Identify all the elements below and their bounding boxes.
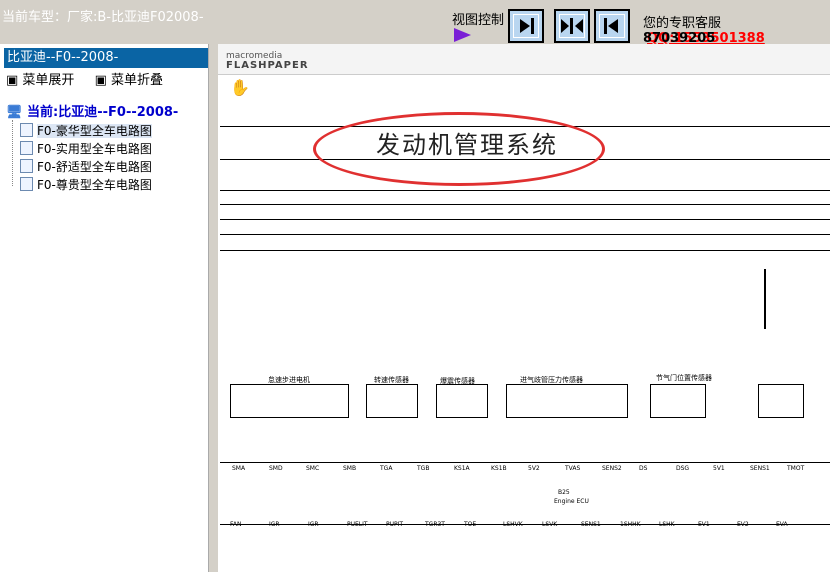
menu-ops: ▣ 菜单展开 ▣ 菜单折叠 [6,69,179,88]
logo-bottom: FLASHPAPER [226,60,309,71]
component-box [230,384,349,418]
tree-root-label: 当前:比亚迪--F0--2008- [27,105,179,120]
pin-label: TGB [417,465,430,472]
menu-collapse-label: 菜单折叠 [111,73,164,88]
pin-label: LSVK [542,521,558,528]
pin-label: TMOT [787,465,805,472]
menu-expand-button[interactable]: ▣ 菜单展开 [6,73,82,88]
tree-root[interactable]: 🖥 当前:比亚迪--F0--2008- [6,101,178,120]
pin-label: LSHVK [503,521,523,528]
sidebar: 比亚迪--F0--2008- ▣ 菜单展开 ▣ 菜单折叠 🖥 当前:比亚迪--F… [0,44,218,572]
pin-label: SMD [269,465,283,472]
tree-item[interactable]: F0-舒适型全车电路图 [20,158,152,175]
pin-label: PUPIT [386,521,404,528]
menu-collapse-button[interactable]: ▣ 菜单折叠 [95,73,171,88]
pin-label: SENS1 [581,521,601,528]
rule-line [220,219,830,220]
hand-tool-icon[interactable]: ✋ [230,78,250,97]
component-box [366,384,418,418]
pin-label: FAN [230,521,242,528]
pin-label: DSG [676,465,690,472]
arrow-left-bar-icon [604,18,618,34]
pin-label: TOE [464,521,477,528]
pin-label: KS1A [454,465,470,472]
arrow-right-bar-icon [520,18,534,34]
tree-item-label: F0-豪华型全车电路图 [37,124,152,138]
rule-line [220,250,830,251]
view-fit-button[interactable] [554,9,590,43]
flashpaper-toolbar: macromedia FLASHPAPER [218,44,830,75]
menu-expand-label: 菜单展开 [22,73,75,88]
document-title: 发动机管理系统 [376,131,558,159]
document-viewer[interactable]: macromedia FLASHPAPER ✋ 发动机管理系统 怠速步进电机 转… [218,44,830,572]
pin-label: IGR [269,521,280,528]
pin-label: 1SHHK [620,521,641,528]
pin-label: 5V2 [528,465,540,472]
car-model-label: 当前车型：厂家:B-比亚迪F02008- [2,10,204,25]
view-control-label: 视图控制 [452,13,505,28]
document-icon [20,123,33,137]
ecu-sub-label: Engine ECU [554,498,589,505]
tree-item-label: F0-实用型全车电路图 [37,142,152,156]
ecu-bus-line [220,462,830,463]
rule-line [220,204,830,205]
view-left-button[interactable] [594,9,630,43]
pin-label: EV2 [737,521,749,528]
pin-label: EVA [776,521,788,528]
pin-label: SENS2 [602,465,622,472]
component-box [650,384,706,418]
pin-label: PUELIT [347,521,368,528]
tree-item[interactable]: F0-实用型全车电路图 [20,140,152,157]
pin-label: TGR3T [425,521,445,528]
pin-label: DS [639,465,648,472]
arrows-inward-icon [561,18,583,34]
pin-label: TGA [380,465,393,472]
document-icon [20,177,33,191]
ecu-label: B25 [558,489,570,496]
vertical-wire [764,269,766,329]
tree-line [12,120,14,186]
pin-label: SMB [343,465,357,472]
play-icon[interactable] [454,28,471,42]
view-right-button[interactable] [508,9,544,43]
tree-item-label: F0-舒适型全车电路图 [37,160,152,174]
sidebar-title: 比亚迪--F0--2008- [4,48,216,68]
computer-icon: 🖥 [6,105,23,120]
pin-label: IGR [308,521,319,528]
document-icon [20,159,33,173]
pin-label: SMA [232,465,246,472]
pin-label: KS1B [491,465,507,472]
pin-label: 5V1 [713,465,725,472]
pin-label: EV1 [698,521,710,528]
tree-item[interactable]: F0-豪华型全车电路图 [20,122,152,139]
component-box [758,384,804,418]
rule-line [220,234,830,235]
pin-label: SMC [306,465,320,472]
rule-line [220,190,830,191]
pin-label: TVAS [565,465,581,472]
support-label: 您的专职客服 [643,16,722,31]
document-icon [20,141,33,155]
tree-item[interactable]: F0-尊贵型全车电路图 [20,176,152,193]
component-box [506,384,628,418]
component-box [436,384,488,418]
pin-label: LSHK [659,521,675,528]
component-label: 节气门位置传感器 [656,374,712,382]
flashpaper-logo: macromedia FLASHPAPER [226,52,309,71]
pin-label: SENS1 [750,465,770,472]
top-bar: 当前车型：厂家:B-比亚迪F02008- 视图控制 您的专职客服QQ:15535… [0,0,830,46]
tree-item-label: F0-尊贵型全车电路图 [37,178,152,192]
